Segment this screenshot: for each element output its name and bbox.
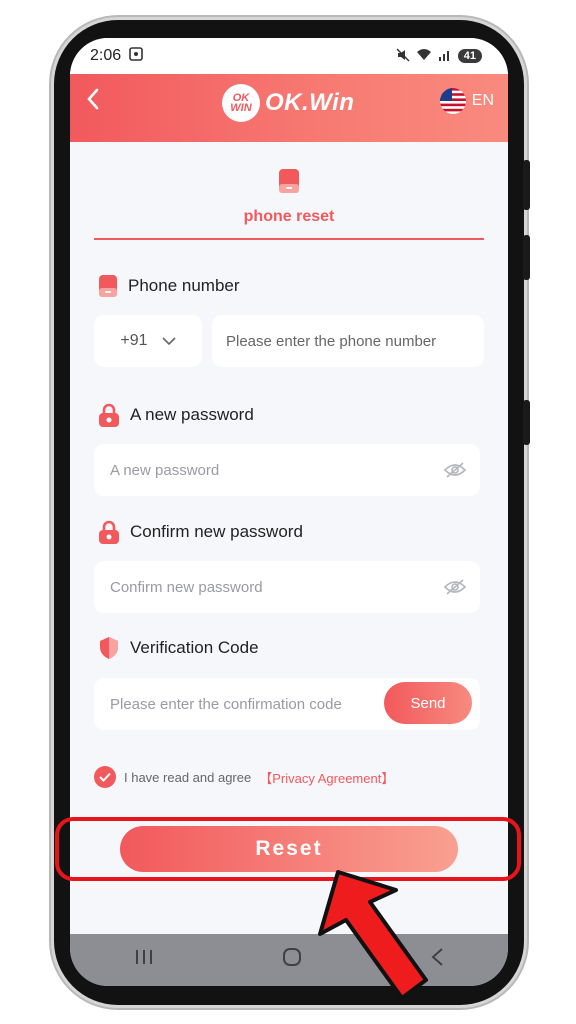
privacy-agreement: I have read and agree 【Privacy Agreement… [94, 766, 394, 788]
signal-icon [438, 48, 452, 64]
phone-number-input[interactable]: Please enter the phone number [212, 315, 484, 367]
new-password-placeholder: A new password [110, 461, 220, 479]
send-code-button[interactable]: Send [384, 682, 472, 724]
status-bar: 2:06 41 [70, 38, 508, 74]
country-code-select[interactable]: +91 [94, 315, 202, 367]
new-password-input[interactable]: A new password [94, 444, 480, 496]
back-button[interactable] [86, 86, 100, 117]
side-button [523, 235, 530, 280]
recent-apps-icon[interactable] [134, 948, 154, 972]
language-label: EN [471, 92, 494, 109]
verification-code-label-text: Verification Code [130, 638, 259, 657]
pointer-arrow-icon [318, 870, 428, 1000]
verification-code-label: Verification Code [98, 636, 259, 660]
verification-code-placeholder: Please enter the confirmation code [110, 695, 342, 713]
confirm-password-placeholder: Confirm new password [110, 578, 263, 596]
reset-method-tab[interactable]: phone reset [70, 142, 508, 242]
chevron-down-icon [161, 336, 176, 345]
status-time: 2:06 [90, 47, 122, 64]
agreement-checkbox[interactable] [94, 766, 116, 788]
side-button [523, 160, 530, 210]
new-password-label: A new password [98, 403, 254, 427]
us-flag-icon [439, 88, 466, 114]
chevron-left-icon [87, 88, 99, 110]
side-button [523, 400, 530, 445]
eye-off-icon[interactable] [444, 579, 466, 595]
phone-number-label: Phone number [98, 274, 240, 298]
lock-icon [99, 520, 119, 544]
phone-icon [278, 168, 300, 199]
lock-icon [99, 403, 119, 427]
confirm-password-input[interactable]: Confirm new password [94, 561, 480, 613]
battery-indicator: 41 [457, 49, 482, 63]
tab-underline [94, 238, 484, 240]
privacy-agreement-link[interactable]: 【Privacy Agreement】 [259, 768, 394, 787]
wifi-icon [416, 48, 432, 64]
eye-off-icon[interactable] [444, 462, 466, 478]
phone-number-placeholder: Please enter the phone number [226, 332, 437, 350]
logo-text: OK.Win [265, 89, 355, 116]
home-icon[interactable] [282, 947, 302, 973]
shield-icon [100, 637, 118, 659]
confirm-password-label: Confirm new password [98, 520, 303, 544]
confirm-password-label-text: Confirm new password [130, 522, 303, 541]
country-code-value: +91 [120, 332, 148, 349]
new-password-label-text: A new password [130, 405, 254, 424]
phone-number-label-text: Phone number [128, 276, 240, 295]
logo-badge: OK WIN [222, 84, 260, 122]
language-selector[interactable]: EN [439, 88, 494, 114]
reset-highlight-box [55, 817, 521, 881]
app-header: OK WIN OK.Win EN [70, 74, 508, 142]
tab-label: phone reset [243, 208, 335, 225]
brand-logo: OK WIN OK.Win [222, 84, 354, 122]
phone-icon [99, 275, 117, 297]
agreement-text: I have read and agree [124, 769, 252, 785]
checkmark-icon [99, 772, 111, 782]
screenshot-icon [129, 46, 143, 66]
mute-icon [396, 48, 410, 65]
